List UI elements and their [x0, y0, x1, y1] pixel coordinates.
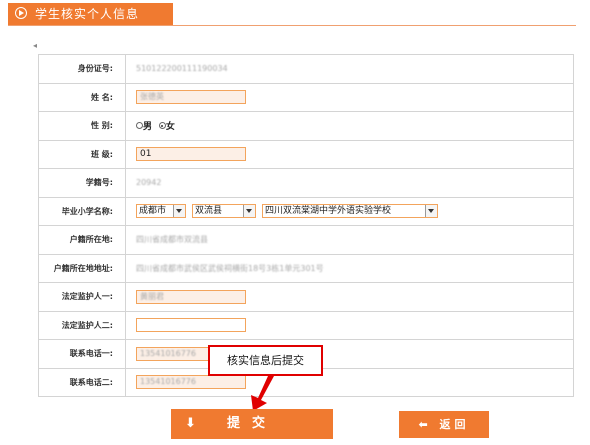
phone1-label: 联系电话一:	[38, 339, 126, 369]
school-select-value: 四川双流棠湖中学外语实验学校	[265, 206, 392, 217]
guardian2-input[interactable]	[136, 318, 246, 333]
guardian1-input-value: 黄丽君	[140, 291, 164, 301]
gender-label: 性 别:	[38, 111, 126, 141]
form-row-primary-school: 毕业小学名称: 成都市 双流县 四川双流棠湖中学外语实验学校	[38, 196, 574, 226]
name-input-value: 张德英	[140, 92, 164, 102]
hukou-address-label: 户籍所在地地址:	[38, 253, 126, 283]
form-row-guardian2: 法定监护人二:	[38, 310, 574, 340]
gender-male-radio[interactable]	[136, 122, 143, 130]
form-row-hukou-place: 户籍所在地: 四川省成都市双流县	[38, 225, 574, 255]
page-header: 学生核实个人信息	[8, 3, 576, 26]
phone2-input[interactable]: 13541016776	[136, 375, 246, 390]
chevron-down-icon	[425, 205, 437, 218]
submit-button-label: 提交	[226, 416, 277, 431]
arrow-down-icon: ⬇	[185, 416, 196, 431]
chevron-down-icon	[243, 205, 255, 218]
hukou-address-value: 四川省成都市武侯区武侯祠横街18号3栋1单元301号	[136, 263, 324, 273]
play-circle-icon	[15, 7, 27, 19]
hukou-place-value: 四川省成都市双流县	[136, 235, 208, 245]
phone2-label: 联系电话二:	[38, 367, 126, 397]
class-input[interactable]: 01	[136, 147, 246, 162]
student-no-value: 20942	[136, 177, 162, 187]
arrow-left-icon: ⬅	[418, 418, 432, 431]
back-button-label: 返回	[439, 418, 470, 431]
gender-female-radio[interactable]	[158, 122, 166, 130]
form-row-name: 姓 名: 张德英	[38, 82, 574, 112]
city-select-value: 成都市	[139, 206, 167, 217]
id-card-value: 510122200111190034	[136, 63, 228, 73]
chevron-down-icon	[173, 205, 185, 218]
form-row-gender: 性 别: 男 女	[38, 111, 574, 141]
primary-school-label: 毕业小学名称:	[38, 196, 126, 226]
class-label: 班 级:	[38, 139, 126, 169]
name-input[interactable]: 张德英	[136, 90, 246, 105]
form-row-id-card: 身份证号: 510122200111190034	[38, 54, 574, 84]
id-card-label: 身份证号:	[38, 54, 126, 84]
page-title: 学生核实个人信息	[35, 7, 140, 21]
guardian1-label: 法定监护人一:	[38, 282, 126, 312]
guardian2-label: 法定监护人二:	[38, 310, 126, 340]
hint-arrow-icon	[251, 376, 274, 411]
header-tab: 学生核实个人信息	[8, 3, 173, 25]
hukou-place-label: 户籍所在地:	[38, 225, 126, 255]
submit-button[interactable]: ⬇ 提交	[171, 409, 333, 439]
name-label: 姓 名:	[38, 82, 126, 112]
form-row-class: 班 级: 01	[38, 139, 574, 169]
school-select[interactable]: 四川双流棠湖中学外语实验学校	[262, 204, 438, 219]
phone2-input-value: 13541016776	[140, 377, 196, 387]
guardian1-input[interactable]: 黄丽君	[136, 289, 246, 304]
city-select[interactable]: 成都市	[136, 204, 186, 219]
county-select-value: 双流县	[195, 206, 223, 217]
form-row-guardian1: 法定监护人一: 黄丽君	[38, 282, 574, 312]
county-select[interactable]: 双流县	[192, 204, 256, 219]
phone1-input-value: 13541016776	[140, 348, 196, 358]
form-row-student-no: 学籍号: 20942	[38, 168, 574, 198]
submit-hint-callout: 核实信息后提交	[208, 345, 323, 376]
gender-male-label: 男	[143, 122, 153, 133]
collapse-arrow-icon[interactable]: ◂	[33, 41, 37, 50]
form-row-hukou-address: 户籍所在地地址: 四川省成都市武侯区武侯祠横街18号3栋1单元301号	[38, 253, 574, 283]
student-no-label: 学籍号:	[38, 168, 126, 198]
gender-female-label: 女	[165, 122, 175, 133]
back-button[interactable]: ⬅ 返回	[399, 411, 489, 438]
